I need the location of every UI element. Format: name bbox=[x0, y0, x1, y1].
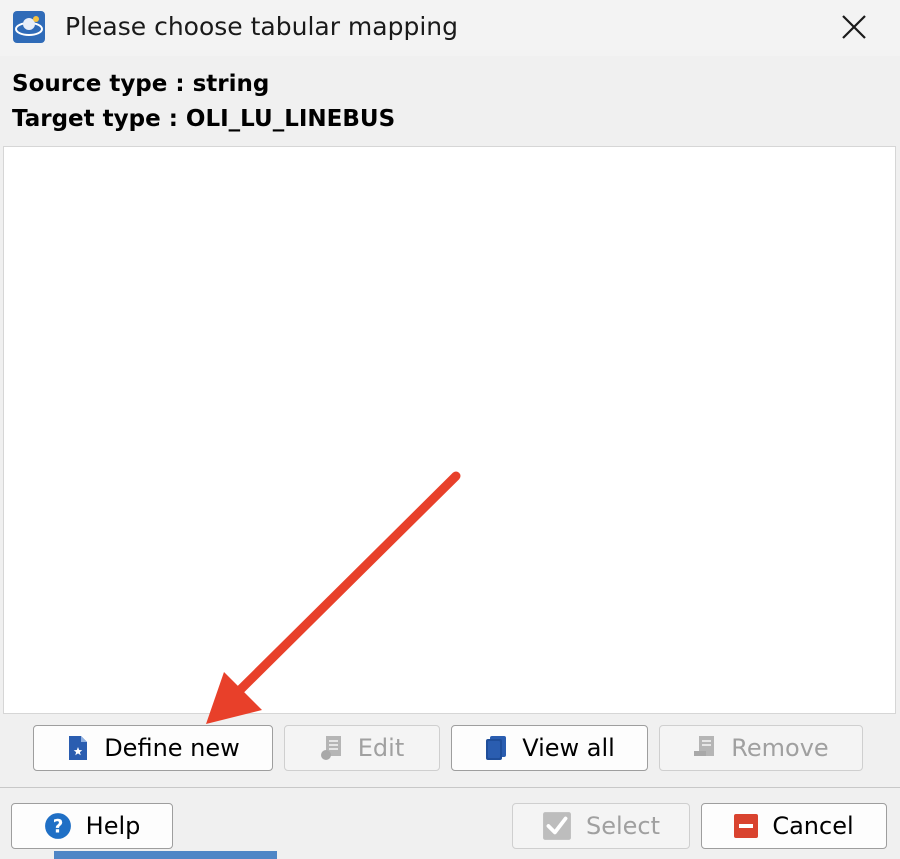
cancel-button[interactable]: Cancel bbox=[701, 803, 887, 849]
edit-button[interactable]: Edit bbox=[284, 725, 440, 771]
svg-text:?: ? bbox=[52, 816, 63, 837]
close-button[interactable] bbox=[830, 6, 878, 48]
background-window-fragment bbox=[54, 851, 277, 859]
remove-document-icon bbox=[694, 736, 715, 756]
minus-icon bbox=[734, 814, 759, 838]
help-circle-icon: ? bbox=[44, 813, 71, 839]
book-icon bbox=[486, 736, 507, 760]
select-button[interactable]: Select bbox=[512, 803, 690, 849]
view-all-label: View all bbox=[522, 734, 615, 762]
remove-label: Remove bbox=[731, 734, 829, 762]
help-label: Help bbox=[85, 812, 141, 840]
close-icon bbox=[842, 15, 866, 39]
cancel-label: Cancel bbox=[772, 812, 854, 840]
window-title: Please choose tabular mapping bbox=[65, 12, 459, 41]
help-button[interactable]: ? Help bbox=[11, 803, 173, 849]
remove-button[interactable]: Remove bbox=[659, 725, 863, 771]
checkmark-icon bbox=[543, 812, 571, 840]
define-new-label: Define new bbox=[104, 734, 240, 762]
title-bar: Please choose tabular mapping bbox=[0, 0, 900, 56]
define-new-button[interactable]: Define new bbox=[33, 725, 273, 771]
app-logo-icon bbox=[13, 11, 45, 43]
mapping-list[interactable] bbox=[3, 146, 896, 714]
footer-divider bbox=[0, 787, 900, 788]
new-document-icon bbox=[69, 736, 88, 760]
edit-label: Edit bbox=[357, 734, 405, 762]
select-label: Select bbox=[585, 812, 661, 840]
target-type-label: Target type : OLI_LU_LINEBUS bbox=[12, 106, 396, 132]
edit-document-icon bbox=[320, 736, 341, 760]
source-type-label: Source type : string bbox=[12, 71, 270, 97]
view-all-button[interactable]: View all bbox=[451, 725, 648, 771]
